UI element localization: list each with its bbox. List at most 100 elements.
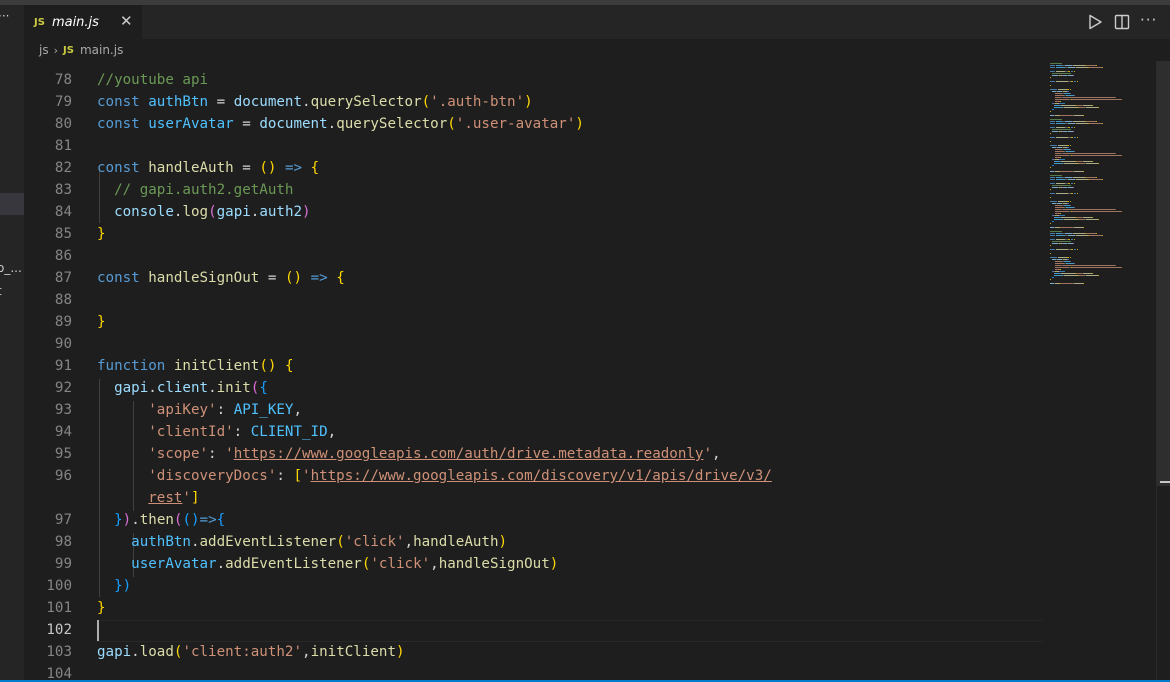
scrollbar-thumb[interactable] <box>1157 61 1170 486</box>
line-number: 96 <box>54 468 72 484</box>
code-token: function <box>97 358 166 374</box>
code-token: => <box>310 270 328 286</box>
code-token: } <box>97 314 106 330</box>
code-token: , <box>302 644 311 660</box>
code-line[interactable]: function initClient() { <box>97 355 294 377</box>
explorer-item-label[interactable]: t <box>0 284 2 298</box>
minimap[interactable] <box>1048 61 1148 682</box>
code-token: initClient <box>173 358 260 374</box>
code-line[interactable]: } <box>97 223 106 245</box>
explorer-panel-edge: ··· o_... t <box>0 5 24 682</box>
code-token: () <box>259 160 277 176</box>
line-number: 99 <box>54 556 72 572</box>
code-token: ' <box>302 468 311 484</box>
javascript-file-icon: JS <box>34 16 45 28</box>
split-editor-icon[interactable] <box>1113 13 1131 31</box>
code-token: // gapi.auth2.getAuth <box>114 182 294 198</box>
line-number: 97 <box>54 512 72 528</box>
code-token: . <box>190 534 200 550</box>
code-line[interactable]: userAvatar.addEventListener('click',hand… <box>97 553 558 575</box>
breadcrumb-folder[interactable]: js <box>39 43 49 57</box>
code-line[interactable]: const handleSignOut = () => { <box>97 267 345 289</box>
code-token: authBtn <box>148 94 209 110</box>
code-line[interactable]: 'apiKey': API_KEY, <box>97 399 302 421</box>
code-token: ) <box>575 116 584 132</box>
code-line[interactable]: const authBtn = document.querySelector('… <box>97 91 533 113</box>
code-token: '.user-avatar' <box>455 116 576 132</box>
more-actions-icon[interactable]: ··· <box>1140 11 1157 29</box>
code-token: 'discoveryDocs' <box>148 468 277 484</box>
explorer-selected-row[interactable] <box>0 193 24 215</box>
code-line[interactable]: //youtube api <box>97 69 208 91</box>
code-token: [ <box>293 468 303 484</box>
line-number: 100 <box>46 578 72 594</box>
code-line[interactable]: const userAvatar = document.querySelecto… <box>97 113 584 135</box>
tab-main-js[interactable]: JS main.js ✕ <box>24 5 142 39</box>
breadcrumb-file[interactable]: main.js <box>80 43 123 57</box>
code-token: , <box>293 402 303 418</box>
line-number: 89 <box>54 314 72 330</box>
play-icon[interactable] <box>1086 13 1104 31</box>
code-token: () <box>284 270 303 286</box>
code-line[interactable]: }).then(()=>{ <box>97 509 225 531</box>
code-line[interactable]: console.log(gapi.auth2) <box>97 201 311 223</box>
code-token: gapi <box>97 644 132 660</box>
code-token: { <box>310 160 320 176</box>
code-token: ) <box>524 94 533 110</box>
line-number: 94 <box>54 424 72 440</box>
code-token: ( <box>336 534 345 550</box>
code-token: 'click' <box>344 534 405 550</box>
close-icon[interactable]: ✕ <box>120 12 133 30</box>
code-line[interactable]: gapi.load('client:auth2',initClient) <box>97 641 405 663</box>
code-token: document <box>259 116 328 132</box>
code-token: ' <box>182 490 191 506</box>
code-token: . <box>131 512 140 528</box>
code-line[interactable]: rest'] <box>97 487 199 509</box>
breadcrumb: js › JS main.js <box>24 39 1170 61</box>
code-line[interactable]: // gapi.auth2.getAuth <box>97 179 293 201</box>
line-number: 81 <box>54 138 72 154</box>
code-line[interactable]: gapi.client.init({ <box>97 377 268 399</box>
line-number: 83 <box>54 182 72 198</box>
more-icon[interactable]: ··· <box>0 9 9 23</box>
code-line[interactable]: 'clientId': CLIENT_ID, <box>97 421 336 443</box>
code-token: ) <box>122 512 132 528</box>
code-token: : <box>233 424 251 440</box>
code-token: handleAuth <box>413 534 499 550</box>
code-line[interactable]: 'discoveryDocs': ['https://www.googleapi… <box>97 465 772 487</box>
code-line[interactable]: authBtn.addEventListener('click',handleA… <box>97 531 507 553</box>
line-number: 92 <box>54 380 72 396</box>
code-line[interactable]: }) <box>97 575 131 597</box>
code-token: ' <box>703 446 713 462</box>
code-editor[interactable]: 78 //youtube api 79 const authBtn = documen… <box>24 61 1170 682</box>
code-token: document <box>233 94 303 110</box>
code-token: . <box>208 380 217 396</box>
code-token: init <box>216 380 251 396</box>
line-number: 79 <box>54 94 72 110</box>
code-line[interactable]: } <box>97 311 106 333</box>
code-line[interactable]: } <box>97 597 106 619</box>
line-number <box>24 487 72 509</box>
code-token: ( <box>421 94 431 110</box>
code-token: gapi <box>216 204 251 220</box>
code-token: querySelector <box>310 94 422 110</box>
code-line[interactable]: const handleAuth = () => { <box>97 157 319 179</box>
code-line[interactable]: 'scope': 'https://www.googleapis.com/aut… <box>97 443 720 465</box>
explorer-item-label[interactable]: o_... <box>0 261 22 275</box>
code-token: . <box>148 380 157 396</box>
code-token: API_KEY <box>233 402 294 418</box>
code-token: => <box>284 160 303 176</box>
code-token: ( <box>208 204 217 220</box>
code-token: : <box>276 468 294 484</box>
